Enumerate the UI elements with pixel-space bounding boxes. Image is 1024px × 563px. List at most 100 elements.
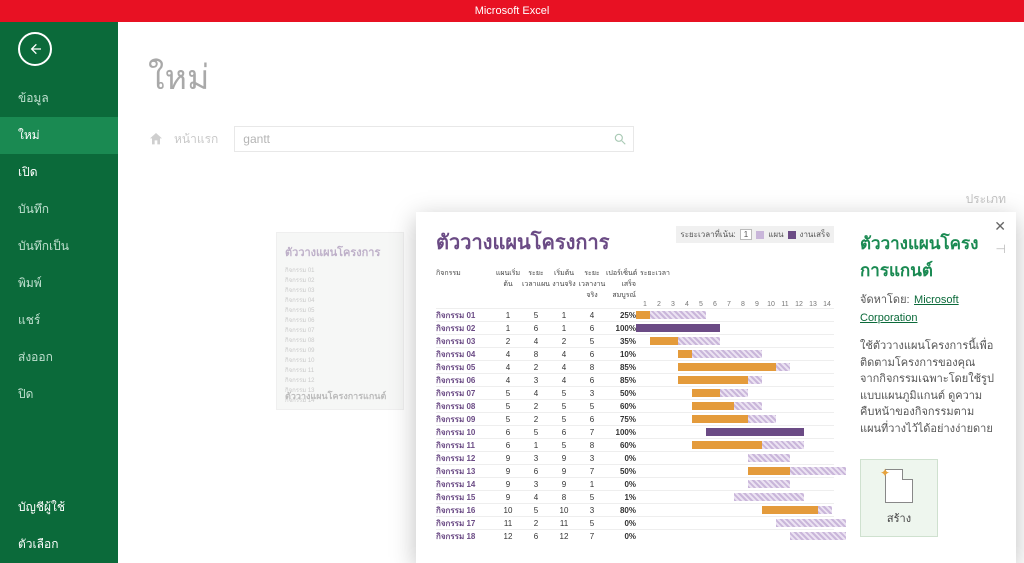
gantt-row: กิจกรรม 1293930%	[436, 451, 834, 464]
nav-print[interactable]: พิมพ์	[0, 265, 118, 302]
gantt-row: กิจกรรม 171121150%	[436, 516, 834, 529]
gantt-tick: 8	[736, 301, 750, 308]
row-gantt	[636, 310, 834, 320]
row-activity: กิจกรรม 09	[436, 413, 494, 426]
row-act-dur: 3	[578, 506, 606, 515]
row-gantt	[636, 323, 834, 333]
row-plan-dur: 6	[522, 532, 550, 541]
nav-label: ปิด	[18, 387, 33, 401]
legend-chip-plan	[756, 231, 764, 239]
row-gantt	[636, 531, 834, 541]
gantt-tick: 11	[778, 301, 792, 308]
row-act-dur: 4	[578, 311, 606, 320]
row-activity: กิจกรรม 14	[436, 478, 494, 491]
row-pct: 25%	[606, 311, 636, 320]
nav-open[interactable]: เปิด	[0, 154, 118, 191]
row-act-dur: 5	[578, 402, 606, 411]
row-pct: 0%	[606, 454, 636, 463]
row-act-start: 1	[550, 311, 578, 320]
template-preview-dialog: ตัววางแผนโครงการ ระยะเวลาที่เน้น: 1 แผน …	[416, 212, 1016, 563]
preview-pane: ตัววางแผนโครงการ ระยะเวลาที่เน้น: 1 แผน …	[416, 212, 846, 563]
row-act-start: 5	[550, 402, 578, 411]
back-button[interactable]	[18, 32, 52, 66]
row-plan-start: 10	[494, 506, 522, 515]
gantt-ticks: 1234567891011121314	[638, 301, 834, 308]
legend-plan-label: แผน	[768, 228, 783, 241]
col-act-start: เริ่มต้นงานจริง	[550, 268, 578, 301]
nav-new[interactable]: ใหม่	[0, 117, 118, 154]
row-plan-dur: 6	[522, 467, 550, 476]
row-plan-dur: 8	[522, 350, 550, 359]
nav-account[interactable]: บัญชีผู้ใช้	[0, 489, 118, 526]
row-act-start: 12	[550, 532, 578, 541]
row-act-dur: 5	[578, 493, 606, 502]
row-pct: 85%	[606, 363, 636, 372]
row-act-start: 9	[550, 480, 578, 489]
row-activity: กิจกรรม 11	[436, 439, 494, 452]
row-plan-start: 1	[494, 324, 522, 333]
dialog-title: ตัววางแผนโครงการแกนต์	[860, 230, 994, 284]
nav-export[interactable]: ส่งออก	[0, 339, 118, 376]
col-plan-dur: ระยะเวลาแผน	[522, 268, 550, 301]
dialog-pin-button[interactable]: ⊣	[996, 242, 1006, 256]
row-plan-start: 9	[494, 480, 522, 489]
nav-label: พิมพ์	[18, 276, 42, 290]
gantt-tick: 10	[764, 301, 778, 308]
gantt-row: กิจกรรม 1493910%	[436, 477, 834, 490]
row-pct: 10%	[606, 350, 636, 359]
row-activity: กิจกรรม 15	[436, 491, 494, 504]
row-plan-start: 12	[494, 532, 522, 541]
create-button[interactable]: ✦ สร้าง	[860, 459, 938, 537]
row-plan-dur: 3	[522, 480, 550, 489]
col-pct: เปอร์เซ็นต์เสร็จสมบูรณ์	[606, 268, 636, 301]
row-plan-dur: 4	[522, 389, 550, 398]
nav-options[interactable]: ตัวเลือก	[0, 526, 118, 563]
preview-legend: ระยะเวลาที่เน้น: 1 แผน งานเสร็จ	[676, 226, 834, 243]
gantt-row: กิจกรรม 13969750%	[436, 464, 834, 477]
sparkle-icon: ✦	[880, 466, 890, 480]
dialog-close-button[interactable]: ✕	[994, 218, 1006, 235]
gantt-row: กิจกรรม 1594851%	[436, 490, 834, 503]
new-document-icon: ✦	[885, 469, 913, 503]
dialog-info-pane: ✕ ⊣ ตัววางแผนโครงการแกนต์ จัดหาโดย: Micr…	[846, 212, 1016, 563]
gantt-tick: 2	[652, 301, 666, 308]
row-pct: 50%	[606, 389, 636, 398]
row-act-dur: 6	[578, 350, 606, 359]
row-plan-start: 9	[494, 493, 522, 502]
nav-label: บันทึก	[18, 202, 49, 216]
gantt-row: กิจกรรม 04484610%	[436, 347, 834, 360]
nav-close[interactable]: ปิด	[0, 376, 118, 413]
row-plan-dur: 2	[522, 363, 550, 372]
gantt-tick: 14	[820, 301, 834, 308]
row-pct: 35%	[606, 337, 636, 346]
row-pct: 85%	[606, 376, 636, 385]
row-pct: 80%	[606, 506, 636, 515]
row-pct: 1%	[606, 493, 636, 502]
nav-label: บันทึกเป็น	[18, 239, 69, 253]
gantt-tick: 13	[806, 301, 820, 308]
gantt-row: กิจกรรม 07545350%	[436, 386, 834, 399]
gantt-row: กิจกรรม 03242535%	[436, 334, 834, 347]
row-plan-dur: 1	[522, 441, 550, 450]
title-bar: Microsoft Excel	[0, 0, 1024, 22]
row-act-start: 9	[550, 467, 578, 476]
row-plan-dur: 2	[522, 415, 550, 424]
nav-saveas[interactable]: บันทึกเป็น	[0, 228, 118, 265]
nav-share[interactable]: แชร์	[0, 302, 118, 339]
row-act-dur: 6	[578, 415, 606, 424]
row-act-dur: 7	[578, 532, 606, 541]
row-gantt	[636, 479, 834, 489]
row-act-dur: 5	[578, 337, 606, 346]
nav-save[interactable]: บันทึก	[0, 191, 118, 228]
row-act-start: 5	[550, 389, 578, 398]
row-act-dur: 5	[578, 519, 606, 528]
row-plan-start: 4	[494, 376, 522, 385]
row-activity: กิจกรรม 04	[436, 348, 494, 361]
row-act-dur: 6	[578, 376, 606, 385]
row-gantt	[636, 336, 834, 346]
nav-info[interactable]: ข้อมูล	[0, 80, 118, 117]
gantt-row: กิจกรรม 021616100%	[436, 321, 834, 334]
row-act-dur: 3	[578, 389, 606, 398]
nav-label: เปิด	[18, 165, 38, 179]
row-gantt	[636, 518, 834, 528]
